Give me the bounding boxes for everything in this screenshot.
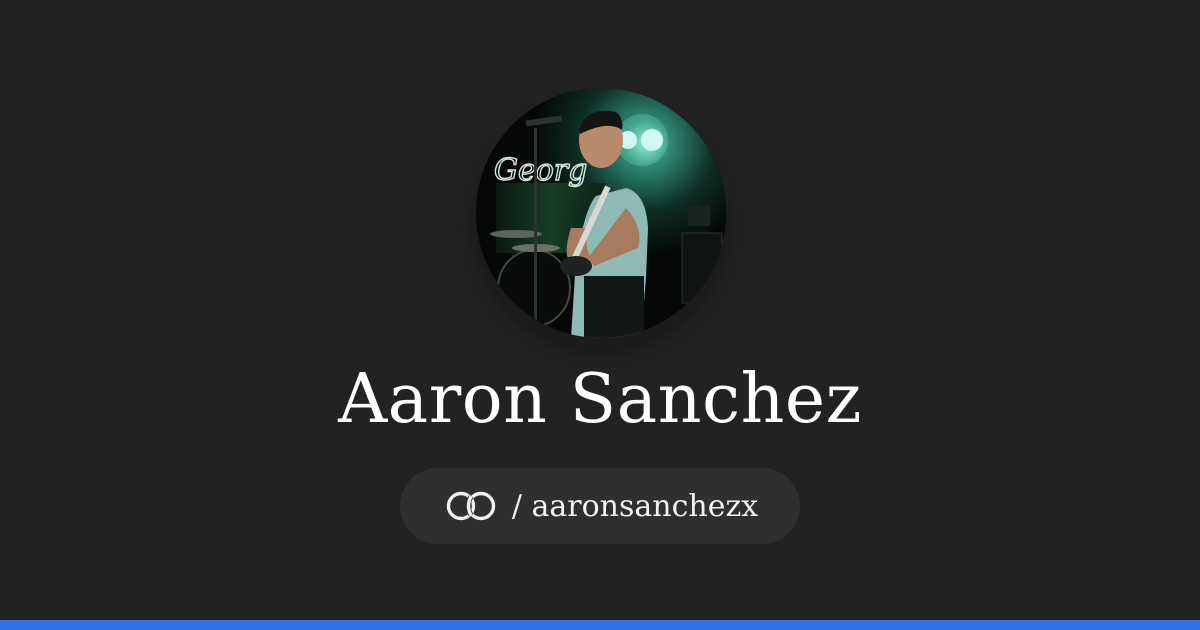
avatar: Georg: [476, 88, 726, 338]
profile-name: Aaron Sanchez: [338, 360, 862, 439]
profile-photo: Georg: [476, 88, 726, 338]
profile-card: Georg Aaron Sanchez / aaronsanchezx: [0, 0, 1200, 630]
profile-handle: / aaronsanchezx: [511, 488, 759, 524]
profile-handle-link[interactable]: / aaronsanchezx: [400, 468, 800, 544]
linked-rings-icon: [442, 489, 500, 523]
neon-sign: Georg: [494, 153, 587, 188]
brand-accent-bar: [0, 620, 1200, 630]
